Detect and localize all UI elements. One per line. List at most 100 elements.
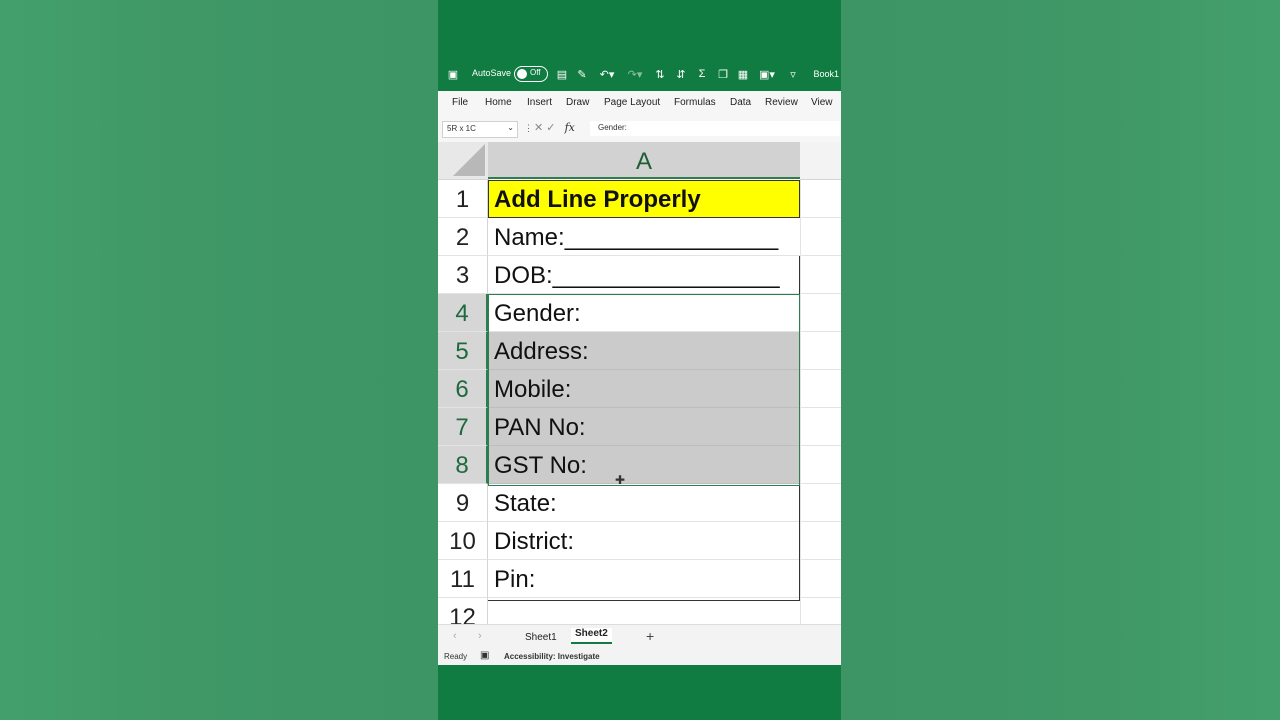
column-header-b[interactable] bbox=[800, 142, 841, 180]
cell-a8[interactable]: GST No: bbox=[488, 446, 800, 484]
select-all-triangle-icon bbox=[453, 144, 485, 176]
formula-actions: ✕ ✓ fx bbox=[534, 121, 575, 134]
more-options-icon[interactable]: ⋮ bbox=[524, 123, 533, 134]
enter-icon[interactable]: ✓ bbox=[546, 122, 555, 134]
cell-b12[interactable] bbox=[800, 598, 841, 624]
cell-a6[interactable]: Mobile: bbox=[488, 370, 800, 408]
cell-b3[interactable] bbox=[800, 256, 841, 294]
row-header[interactable]: 6 bbox=[438, 370, 488, 408]
row-header[interactable]: 5 bbox=[438, 332, 488, 370]
formula-input[interactable]: Gender: bbox=[590, 121, 840, 136]
cell-b11[interactable] bbox=[800, 560, 841, 598]
cell-a11[interactable]: Pin: bbox=[488, 560, 800, 598]
autosave-label: AutoSave bbox=[472, 68, 512, 78]
cell-a3[interactable]: DOB:_________________ bbox=[488, 256, 800, 294]
row-header[interactable]: 4 bbox=[438, 294, 488, 332]
table-row: 5 Address: bbox=[438, 332, 841, 370]
name-box[interactable]: 5R x 1C ⌄ bbox=[442, 121, 518, 138]
autosave-toggle[interactable]: Off bbox=[514, 66, 548, 82]
tab-insert[interactable]: Insert bbox=[527, 97, 552, 108]
save-icon[interactable]: ▤ bbox=[555, 66, 569, 82]
table-row: 3 DOB:_________________ bbox=[438, 256, 841, 294]
table-row: 11 Pin: bbox=[438, 560, 841, 598]
row-header[interactable]: 12 bbox=[438, 598, 488, 624]
cell-a12[interactable] bbox=[488, 598, 800, 624]
worksheet-grid[interactable]: A 1 Add Line Properly 2 Name:___________… bbox=[438, 142, 841, 624]
book-title: Book1 bbox=[813, 69, 839, 79]
background-right bbox=[841, 0, 1280, 720]
excel-window: ▣ AutoSave Off ▤ ✎ ↶▾ ↷▾ ⇅ ⇵ Σ ❐ ▦ ▣▾ ▿ … bbox=[438, 0, 841, 720]
cell-b2[interactable] bbox=[800, 218, 841, 256]
tab-data[interactable]: Data bbox=[730, 97, 751, 108]
row-header[interactable]: 10 bbox=[438, 522, 488, 560]
tab-sheet1[interactable]: Sheet1 bbox=[525, 632, 557, 643]
autosave-state: Off bbox=[530, 68, 541, 77]
tab-formulas[interactable]: Formulas bbox=[674, 97, 716, 108]
background-left bbox=[0, 0, 438, 720]
tab-view[interactable]: View bbox=[811, 97, 833, 108]
format-painter-icon[interactable]: ✎ bbox=[575, 66, 589, 82]
cell-b9[interactable] bbox=[800, 484, 841, 522]
cancel-icon[interactable]: ✕ bbox=[534, 122, 543, 134]
add-sheet-button[interactable]: + bbox=[646, 628, 654, 644]
table-row: 7 PAN No: bbox=[438, 408, 841, 446]
row-header[interactable]: 11 bbox=[438, 560, 488, 598]
row-header[interactable]: 7 bbox=[438, 408, 488, 446]
sheet-tabs-bar: ‹ › Sheet1 Sheet2 + bbox=[438, 624, 841, 649]
prev-sheet-icon[interactable]: ‹ bbox=[453, 630, 457, 642]
cell-a1[interactable]: Add Line Properly bbox=[488, 180, 800, 218]
table-row: 6 Mobile: bbox=[438, 370, 841, 408]
select-all-button[interactable] bbox=[438, 142, 489, 180]
next-sheet-icon[interactable]: › bbox=[478, 630, 482, 642]
column-header-a[interactable]: A bbox=[488, 142, 800, 179]
cell-a10[interactable]: District: bbox=[488, 522, 800, 560]
row-header[interactable]: 2 bbox=[438, 218, 488, 256]
insert-function-icon[interactable]: fx bbox=[565, 121, 575, 134]
ribbon-tabs: File Home Insert Draw Page Layout Formul… bbox=[438, 91, 841, 115]
macro-recorder-icon[interactable]: ▣ bbox=[480, 650, 489, 661]
tab-sheet2[interactable]: Sheet2 bbox=[571, 628, 612, 644]
table-row: 2 Name:________________ bbox=[438, 218, 841, 256]
chevron-down-icon[interactable]: ⌄ bbox=[507, 123, 514, 132]
table-icon[interactable]: ▦ bbox=[736, 66, 750, 82]
tab-home[interactable]: Home bbox=[485, 97, 512, 108]
tab-review[interactable]: Review bbox=[765, 97, 798, 108]
borders-icon[interactable]: ▣▾ bbox=[756, 66, 778, 82]
row-header[interactable]: 1 bbox=[438, 180, 488, 218]
cell-b4[interactable] bbox=[800, 294, 841, 332]
row-header[interactable]: 8 bbox=[438, 446, 488, 484]
accessibility-status[interactable]: Accessibility: Investigate bbox=[504, 652, 600, 661]
cell-b8[interactable] bbox=[800, 446, 841, 484]
tab-page-layout[interactable]: Page Layout bbox=[604, 97, 660, 108]
cell-a7[interactable]: PAN No: bbox=[488, 408, 800, 446]
cell-a4[interactable]: Gender: bbox=[488, 294, 800, 332]
redo-icon[interactable]: ↷▾ bbox=[624, 66, 646, 82]
tab-draw[interactable]: Draw bbox=[566, 97, 589, 108]
status-ready: Ready bbox=[444, 652, 468, 661]
cell-cursor-icon: ✚ bbox=[615, 473, 626, 487]
cell-border-bottom bbox=[488, 600, 800, 601]
undo-icon[interactable]: ↶▾ bbox=[596, 66, 618, 82]
cell-b10[interactable] bbox=[800, 522, 841, 560]
sort-ascending-icon[interactable]: ⇅ bbox=[652, 66, 668, 82]
cell-b6[interactable] bbox=[800, 370, 841, 408]
table-row: 9 State: bbox=[438, 484, 841, 522]
formula-content: Gender: bbox=[598, 123, 627, 132]
tab-file[interactable]: File bbox=[452, 97, 468, 108]
cell-a2[interactable]: Name:________________ bbox=[488, 218, 800, 256]
toggle-knob bbox=[517, 69, 527, 79]
cell-a9[interactable]: State: bbox=[488, 484, 800, 522]
row-header[interactable]: 3 bbox=[438, 256, 488, 294]
copy-icon[interactable]: ❐ bbox=[716, 66, 730, 82]
cell-b7[interactable] bbox=[800, 408, 841, 446]
sort-descending-icon[interactable]: ⇵ bbox=[673, 66, 689, 82]
cell-b5[interactable] bbox=[800, 332, 841, 370]
row-header[interactable]: 9 bbox=[438, 484, 488, 522]
customize-toolbar-icon[interactable]: ▿ bbox=[786, 66, 800, 82]
name-box-value: 5R x 1C bbox=[447, 124, 476, 133]
autosum-icon[interactable]: Σ bbox=[695, 66, 709, 82]
table-row: 12 bbox=[438, 598, 841, 624]
table-row: 4 Gender: bbox=[438, 294, 841, 332]
cell-a5[interactable]: Address: bbox=[488, 332, 800, 370]
cell-b1[interactable] bbox=[800, 180, 841, 218]
